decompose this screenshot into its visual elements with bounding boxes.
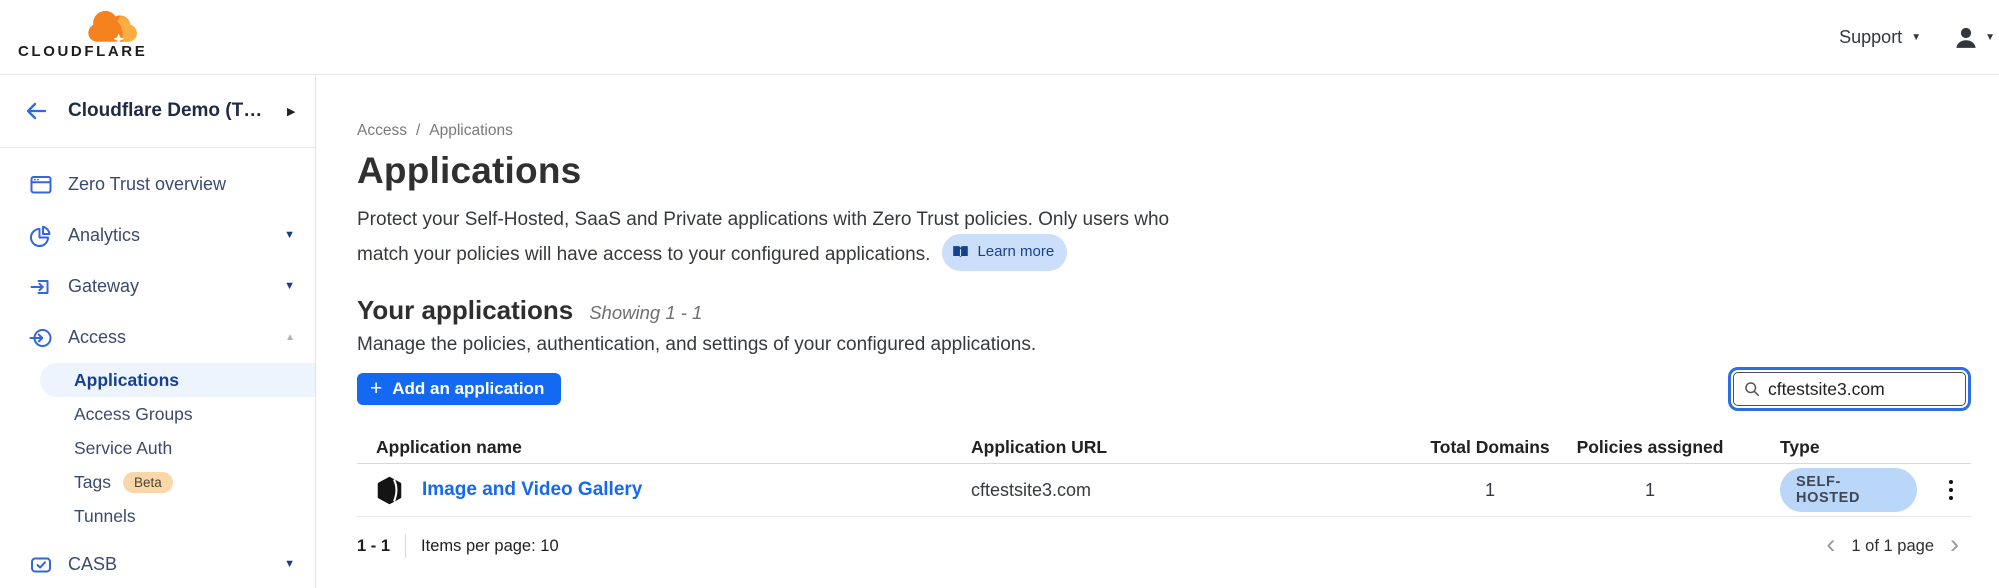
window-icon: [29, 173, 53, 197]
learn-more-link[interactable]: Learn more: [942, 234, 1067, 272]
total-domains-cell: 1: [1420, 480, 1560, 501]
book-icon: [952, 245, 969, 259]
page-description: Protect your Self-Hosted, SaaS and Priva…: [357, 205, 1971, 273]
header-actions: Support ▼ ▼: [1839, 0, 1999, 75]
sidebar-item-label: Access Groups: [74, 404, 193, 425]
table-row: Image and Video Gallery cftestsite3.com …: [357, 464, 1971, 517]
sidebar: Cloudflare Demo (T… ▶ Zero Trust overvie…: [0, 75, 316, 588]
sidebar-item-gateway[interactable]: Gateway ▼: [0, 261, 315, 312]
add-application-button[interactable]: + Add an application: [357, 373, 561, 405]
chevron-down-icon[interactable]: ▼: [284, 230, 295, 241]
sidebar-item-label: Gateway: [68, 276, 139, 297]
sidebar-account-header: Cloudflare Demo (T… ▶: [0, 75, 315, 148]
top-header: CLOUDFLARE Support ▼ ▼: [0, 0, 1999, 75]
policies-assigned-cell: 1: [1560, 480, 1740, 501]
sidebar-item-label: Analytics: [68, 225, 140, 246]
breadcrumb-separator: /: [416, 121, 420, 141]
section-subtitle: Manage the policies, authentication, and…: [357, 331, 1971, 359]
sidebar-item-label: CASB: [68, 554, 117, 575]
add-application-label: Add an application: [392, 379, 544, 399]
support-menu[interactable]: Support ▼: [1839, 27, 1921, 48]
column-type: Type: [1740, 437, 1917, 458]
sidebar-item-applications[interactable]: Applications: [40, 363, 315, 397]
back-arrow-icon[interactable]: [24, 100, 48, 124]
cloudflare-logo[interactable]: CLOUDFLARE: [18, 4, 152, 70]
learn-more-label: Learn more: [977, 237, 1054, 268]
section-title: Your applications: [357, 295, 573, 326]
sidebar-item-analytics[interactable]: Analytics ▼: [0, 210, 315, 261]
column-application-url: Application URL: [971, 437, 1420, 458]
showing-count: Showing 1 - 1: [589, 302, 702, 324]
kebab-menu-icon[interactable]: [1943, 474, 1960, 507]
sidebar-item-label: Access: [68, 327, 126, 348]
table-header-row: Application name Application URL Total D…: [357, 431, 1971, 464]
application-url-cell: cftestsite3.com: [971, 480, 1420, 501]
column-policies-assigned: Policies assigned: [1560, 437, 1740, 458]
login-arrow-icon: [29, 326, 53, 350]
description-line-2: match your policies will have access to …: [357, 236, 1971, 274]
chevron-up-icon[interactable]: ▲: [285, 333, 295, 343]
chevron-down-icon[interactable]: ▼: [284, 559, 295, 570]
application-name-link[interactable]: Image and Video Gallery: [422, 479, 642, 501]
page-title: Applications: [357, 149, 1971, 193]
page-status: 1 of 1 page: [1851, 537, 1934, 556]
check-box-icon: [29, 553, 53, 577]
search-box: [1733, 372, 1966, 406]
sidebar-expand-icon[interactable]: ▶: [287, 105, 295, 118]
sidebar-item-casb[interactable]: CASB ▼: [0, 539, 315, 588]
chevron-down-icon: ▼: [1911, 33, 1921, 43]
gateway-icon: [29, 275, 53, 299]
search-input[interactable]: [1768, 379, 1955, 400]
user-icon: [1955, 27, 1977, 49]
page-navigation: ‹ 1 of 1 page ›: [1826, 533, 1971, 560]
next-page-icon[interactable]: ›: [1950, 531, 1959, 558]
sidebar-item-label: Applications: [74, 370, 179, 391]
previous-page-icon[interactable]: ‹: [1826, 531, 1835, 558]
sidebar-item-zero-trust-overview[interactable]: Zero Trust overview: [0, 159, 315, 210]
sidebar-item-label: Service Auth: [74, 438, 172, 459]
pagination-summary: 1 - 1 Items per page: 10: [357, 534, 559, 558]
breadcrumb-access[interactable]: Access: [357, 121, 407, 141]
user-account-menu[interactable]: ▼: [1955, 27, 1995, 49]
app-cube-icon: [376, 476, 403, 505]
chevron-down-icon: ▼: [1985, 33, 1995, 43]
beta-badge: Beta: [123, 472, 173, 493]
item-range: 1 - 1: [357, 537, 390, 556]
breadcrumb-applications[interactable]: Applications: [429, 121, 513, 141]
applications-table: Application name Application URL Total D…: [357, 431, 1971, 517]
sidebar-item-label: Tags: [74, 472, 111, 493]
cloudflare-cloud-icon: [78, 6, 150, 46]
pie-chart-icon: [29, 224, 53, 248]
items-per-page-label[interactable]: Items per page: 10: [421, 537, 559, 556]
sidebar-item-access-groups[interactable]: Access Groups: [40, 397, 315, 431]
sidebar-item-tunnels[interactable]: Tunnels: [40, 499, 315, 533]
sidebar-item-service-auth[interactable]: Service Auth: [40, 431, 315, 465]
column-total-domains: Total Domains: [1420, 437, 1560, 458]
zero-trust-dashboard: CLOUDFLARE Support ▼ ▼ Cloudflare Demo (…: [0, 0, 1999, 588]
support-label: Support: [1839, 27, 1902, 48]
sidebar-item-label: Tunnels: [74, 506, 136, 527]
list-controls: + Add an application: [357, 371, 1971, 407]
sidebar-item-label: Zero Trust overview: [68, 174, 226, 195]
column-application-name: Application name: [357, 437, 971, 458]
account-name[interactable]: Cloudflare Demo (T…: [68, 100, 262, 122]
cloudflare-logo-text: CLOUDFLARE: [18, 43, 147, 60]
type-badge: SELF-HOSTED: [1780, 468, 1917, 512]
description-line-1: Protect your Self-Hosted, SaaS and Priva…: [357, 205, 1971, 236]
pagination-bar: 1 - 1 Items per page: 10 ‹ 1 of 1 page ›: [357, 529, 1971, 563]
divider: [405, 534, 406, 558]
search-icon: [1744, 380, 1760, 398]
chevron-down-icon[interactable]: ▼: [284, 281, 295, 292]
section-header: Your applications Showing 1 - 1: [357, 295, 1971, 329]
plus-icon: +: [370, 378, 382, 399]
sidebar-nav: Zero Trust overview Analytics ▼ Gateway …: [0, 148, 315, 588]
sidebar-item-access[interactable]: Access ▲: [0, 312, 315, 363]
sidebar-item-tags[interactable]: Tags Beta: [40, 465, 315, 499]
breadcrumb: Access / Applications: [357, 121, 1971, 141]
main-content: Access / Applications Applications Prote…: [316, 75, 1999, 588]
